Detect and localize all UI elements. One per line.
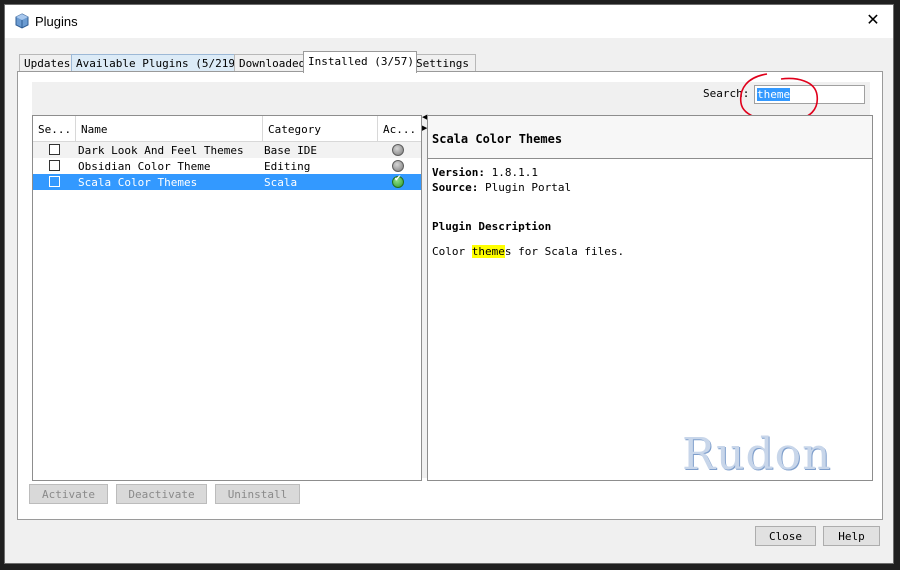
version-line: Version: 1.8.1.1: [432, 166, 538, 179]
row-name: Obsidian Color Theme: [78, 160, 211, 173]
plugin-details-pane: Scala Color Themes Version: 1.8.1.1 Sour…: [427, 115, 873, 481]
row-category: Scala: [264, 176, 298, 189]
watermark-logo: Rudon: [682, 429, 832, 480]
deactivate-button[interactable]: Deactivate: [116, 484, 207, 504]
description-heading: Plugin Description: [432, 220, 552, 233]
tab-updates[interactable]: Updates: [19, 54, 77, 72]
version-value: 1.8.1.1: [491, 166, 538, 179]
window-title: Plugins: [35, 14, 78, 29]
row-name: Dark Look And Feel Themes: [78, 144, 244, 157]
title-bar: Plugins ✕: [5, 5, 893, 38]
tab-available-plugins[interactable]: Available Plugins (5/219): [71, 54, 242, 72]
plugins-dialog: Plugins ✕ Updates Available Plugins (5/2…: [4, 4, 894, 564]
row-category: Editing: [264, 160, 311, 173]
search-input[interactable]: theme: [754, 85, 865, 104]
search-label: Search:: [703, 87, 750, 100]
details-header: Scala Color Themes: [428, 116, 872, 159]
green-check-icon: ✔: [392, 174, 404, 188]
search-value: theme: [757, 88, 791, 101]
description-text: Color themes for Scala files.: [432, 245, 624, 258]
row-checkbox[interactable]: [49, 144, 60, 155]
gray-circle-icon: [392, 144, 404, 156]
close-button[interactable]: Close: [755, 526, 816, 546]
row-checkbox[interactable]: [49, 176, 60, 187]
close-window-button[interactable]: ✕: [863, 10, 883, 30]
row-name: Scala Color Themes: [78, 176, 198, 189]
column-header-name[interactable]: Name: [76, 116, 263, 141]
version-label: Version:: [432, 166, 485, 179]
column-header-active[interactable]: Ac...: [378, 116, 421, 141]
split-divider[interactable]: [420, 115, 427, 479]
source-label: Source:: [432, 181, 479, 194]
details-title: Scala Color Themes: [432, 132, 563, 146]
table-row[interactable]: Obsidian Color Theme Editing: [33, 158, 421, 174]
activate-button[interactable]: Activate: [29, 484, 108, 504]
description-text-before: Color: [432, 245, 472, 258]
tab-downloaded[interactable]: Downloaded: [234, 54, 311, 72]
source-value: Plugin Portal: [484, 181, 572, 194]
description-highlight: theme: [471, 245, 505, 258]
gray-circle-icon: [392, 160, 404, 172]
description-text-after: s for Scala files.: [504, 245, 625, 258]
table-row[interactable]: Dark Look And Feel Themes Base IDE: [33, 142, 421, 158]
table-header: Se... Name Category Ac...: [33, 116, 421, 142]
table-row-selected[interactable]: Scala Color Themes Scala ✔: [33, 174, 421, 190]
netbeans-cube-icon: [15, 13, 29, 29]
tab-settings[interactable]: Settings: [411, 54, 476, 72]
uninstall-button[interactable]: Uninstall: [215, 484, 300, 504]
plugins-table: Se... Name Category Ac... Dark Look And …: [32, 115, 422, 481]
help-button[interactable]: Help: [823, 526, 880, 546]
column-header-category[interactable]: Category: [263, 116, 378, 141]
tab-installed[interactable]: Installed (3/57): [303, 51, 417, 73]
row-checkbox[interactable]: [49, 160, 60, 171]
row-category: Base IDE: [264, 144, 317, 157]
column-header-select[interactable]: Se...: [33, 116, 76, 141]
source-line: Source: Plugin Portal: [432, 181, 571, 194]
